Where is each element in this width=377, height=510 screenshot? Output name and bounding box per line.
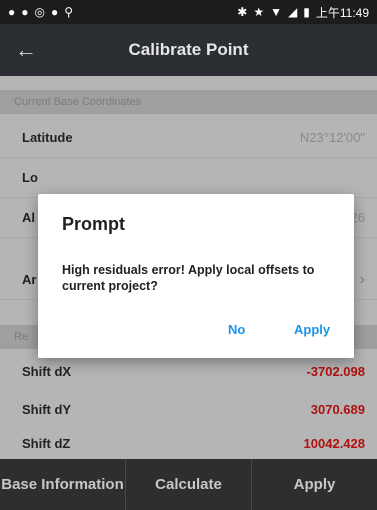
wifi-icon: ▼ — [270, 5, 283, 19]
status-time: 上午11:49 — [315, 5, 369, 20]
battery-icon: ▮ — [303, 5, 310, 19]
shift-dz-row: Shift dZ 10042.428 — [0, 424, 377, 464]
latitude-value: N23°12'00" — [299, 130, 365, 145]
shift-dy-label: Shift dY — [22, 402, 72, 417]
base-information-button[interactable]: Base Information — [0, 459, 126, 510]
shift-dx-label: Shift dX — [22, 364, 72, 379]
star-icon: ★ — [253, 5, 265, 19]
shift-dx-row: Shift dX -3702.098 — [0, 352, 377, 392]
page-title: Calibrate Point — [128, 40, 249, 59]
dialog-apply-button[interactable]: Apply — [294, 322, 330, 337]
notification-icon: ● — [8, 5, 16, 19]
status-right: ✱ ★ ▼ ◢ ▮ 上午11:49 — [237, 4, 369, 21]
antenna-label: Ar — [22, 272, 37, 287]
shift-dy-value: 3070.689 — [310, 402, 365, 417]
status-left: ● ● ◎ ● ⚲ — [8, 5, 73, 19]
calculate-button[interactable]: Calculate — [126, 459, 252, 510]
back-arrow-icon[interactable]: ← — [0, 37, 52, 63]
chevron-right-icon: › — [359, 270, 365, 288]
status-bar: ● ● ◎ ● ⚲ ✱ ★ ▼ ◢ ▮ 上午11:49 — [0, 0, 377, 24]
dialog-message: High residuals error! Apply local offset… — [62, 263, 315, 293]
longitude-row[interactable]: Lo — [0, 158, 377, 198]
notification-icon: ● — [21, 5, 29, 19]
longitude-label: Lo — [22, 170, 38, 185]
latitude-label: Latitude — [22, 130, 73, 145]
shift-dz-value: 10042.428 — [303, 436, 365, 451]
section-header: Current Base Coordinates — [0, 90, 377, 114]
shift-dx-value: -3702.098 — [306, 364, 365, 379]
dialog-title: Prompt — [62, 214, 125, 234]
apply-bottom-button[interactable]: Apply — [252, 459, 377, 510]
altitude-label: Al — [22, 210, 35, 225]
signal-icon: ◢ — [288, 5, 298, 19]
shift-dz-label: Shift dZ — [22, 436, 71, 451]
latitude-row[interactable]: Latitude N23°12'00" — [0, 118, 377, 158]
bottom-action-bar: Base Information Calculate Apply — [0, 459, 377, 510]
pin-icon: ⚲ — [64, 5, 74, 19]
app-bar: ← Calibrate Point — [0, 24, 377, 76]
dialog-no-button[interactable]: No — [228, 322, 245, 337]
prompt-dialog: Prompt High residuals error! Apply local… — [38, 194, 354, 358]
notification-icon: ● — [50, 5, 59, 19]
bluetooth-icon: ✱ — [237, 5, 248, 19]
notification-icon: ◎ — [34, 5, 45, 19]
